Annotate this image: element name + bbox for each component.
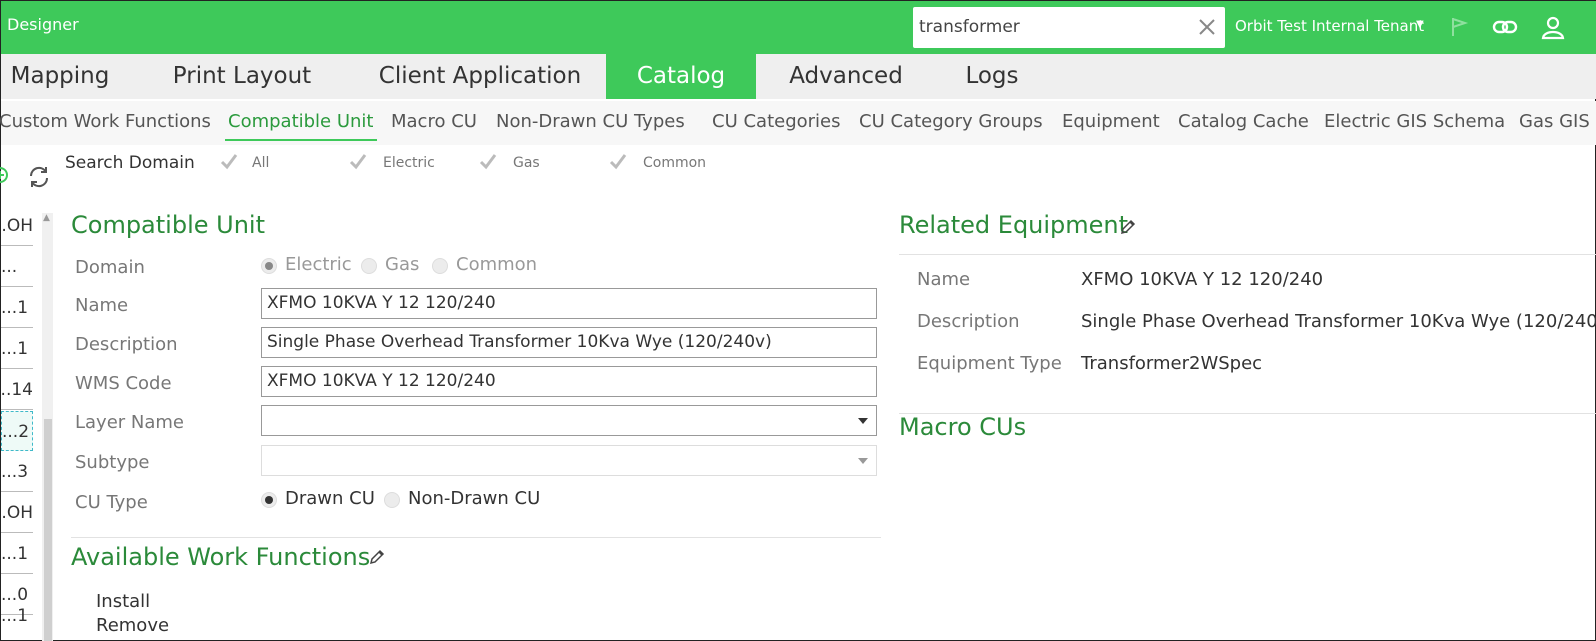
domain-common-radio[interactable] <box>432 258 448 274</box>
list-item[interactable]: 3... <box>1 452 33 492</box>
domain-gas-radio[interactable] <box>361 258 377 274</box>
macro-cus-title: Macro CUs <box>899 413 1027 441</box>
domain-electric-radio[interactable] <box>261 258 277 274</box>
name-field[interactable]: XFMO 10KVA Y 12 120/240 <box>261 288 877 319</box>
checkbox-gas-label: Gas <box>513 155 540 171</box>
work-function-item[interactable]: Remove <box>96 615 169 636</box>
work-functions-title: Available Work Functions <box>71 543 371 571</box>
tab-catalog[interactable]: Catalog <box>606 54 756 99</box>
subtab-equipment[interactable]: Equipment <box>1062 111 1160 132</box>
cu-type-non-drawn-label: Non-Drawn CU <box>408 488 541 509</box>
checkbox-common-label: Common <box>643 155 707 171</box>
domain-electric-label: Electric <box>285 254 352 275</box>
tenant-selector[interactable]: Orbit Test Internal Tenant <box>1235 17 1424 35</box>
list-item[interactable]: OH... <box>1 206 33 246</box>
section-divider <box>899 254 1596 255</box>
checkbox-electric[interactable] <box>347 151 369 173</box>
re-description-label: Description <box>917 311 1020 332</box>
scroll-up-icon[interactable]: ▲ <box>43 213 50 223</box>
checkbox-common[interactable] <box>607 151 629 173</box>
compatible-unit-title: Compatible Unit <box>71 211 265 239</box>
re-name-value: XFMO 10KVA Y 12 120/240 <box>1081 269 1324 290</box>
app-title: Designer <box>7 15 79 34</box>
list-item[interactable]: 1... <box>1 288 33 328</box>
checkbox-all-label: All <box>252 155 270 171</box>
refresh-icon[interactable] <box>26 164 52 190</box>
list-item[interactable]: 1... <box>1 534 33 574</box>
search-box <box>913 7 1225 48</box>
list-scrollbar-thumb[interactable] <box>44 419 52 641</box>
tab-client-application[interactable]: Client Application <box>363 54 597 99</box>
edit-pencil-icon[interactable] <box>368 548 386 566</box>
subtab-gas-gis[interactable]: Gas GIS <box>1519 111 1590 132</box>
add-icon[interactable] <box>0 166 9 184</box>
subtype-dropdown[interactable] <box>261 445 877 476</box>
tab-mapping[interactable]: Mapping <box>1 54 119 99</box>
search-input[interactable] <box>919 15 1189 39</box>
re-name-label: Name <box>917 269 971 290</box>
checkbox-electric-label: Electric <box>383 155 435 171</box>
flag-icon[interactable] <box>1446 14 1472 40</box>
list-item[interactable]: 1... <box>1 601 33 631</box>
work-function-item[interactable]: Install <box>96 591 150 612</box>
domain-gas-label: Gas <box>385 254 420 275</box>
domain-label: Domain <box>75 257 145 278</box>
related-equipment-title: Related Equipment <box>899 211 1129 239</box>
tab-advanced[interactable]: Advanced <box>778 54 914 99</box>
close-icon[interactable] <box>1195 15 1219 39</box>
subtab-catalog-cache[interactable]: Catalog Cache <box>1178 111 1309 132</box>
list-item[interactable]: OH... <box>1 493 33 533</box>
cu-type-non-drawn-radio[interactable] <box>384 492 400 508</box>
user-icon[interactable] <box>1540 14 1566 40</box>
section-divider <box>71 537 881 538</box>
tab-print-layout[interactable]: Print Layout <box>157 54 327 99</box>
subtab-compatible-unit[interactable]: Compatible Unit <box>228 111 374 132</box>
cu-type-drawn-label: Drawn CU <box>285 488 375 509</box>
wms-code-label: WMS Code <box>75 373 172 394</box>
chevron-down-icon[interactable]: ▼ <box>1416 19 1424 30</box>
re-description-value: Single Phase Overhead Transformer 10Kva … <box>1081 311 1596 332</box>
list-item[interactable]: 14... <box>1 370 33 410</box>
cu-type-drawn-radio[interactable] <box>261 492 277 508</box>
active-subtab-indicator <box>225 139 377 141</box>
list-item[interactable]: ... <box>1 247 33 287</box>
layer-name-label: Layer Name <box>75 412 185 433</box>
list-item-selected[interactable]: 2... <box>1 411 33 451</box>
description-label: Description <box>75 334 178 355</box>
domain-common-label: Common <box>456 254 538 275</box>
subtab-cu-categories[interactable]: CU Categories <box>712 111 841 132</box>
chevron-down-icon <box>858 418 868 424</box>
tab-logs[interactable]: Logs <box>951 54 1033 99</box>
cu-list: OH... ... 1... 1... 14... 2... 3... OH..… <box>1 206 35 641</box>
re-equipment-type-value: Transformer2WSpec <box>1081 353 1263 374</box>
chevron-down-icon <box>858 458 868 464</box>
main-tabs: Mapping Print Layout Client Application … <box>1 54 1596 99</box>
list-item[interactable]: 1... <box>1 329 33 369</box>
subtype-label: Subtype <box>75 452 150 473</box>
subtab-electric-gis-schema[interactable]: Electric GIS Schema <box>1324 111 1505 132</box>
description-field[interactable]: Single Phase Overhead Transformer 10Kva … <box>261 327 877 358</box>
checkbox-all[interactable] <box>218 151 240 173</box>
layer-name-dropdown[interactable] <box>261 405 877 436</box>
subtab-non-drawn-cu-types[interactable]: Non-Drawn CU Types <box>496 111 685 132</box>
cu-type-label: CU Type <box>75 492 148 513</box>
edit-pencil-icon[interactable] <box>1119 218 1137 236</box>
link-icon[interactable] <box>1492 14 1518 40</box>
subtab-macro-cu[interactable]: Macro CU <box>391 111 477 132</box>
search-domain-label: Search Domain <box>65 153 195 173</box>
subtab-custom-work-functions[interactable]: Custom Work Functions <box>0 111 211 132</box>
subtab-cu-category-groups[interactable]: CU Category Groups <box>859 111 1043 132</box>
checkbox-gas[interactable] <box>477 151 499 173</box>
name-label: Name <box>75 295 129 316</box>
wms-code-field[interactable]: XFMO 10KVA Y 12 120/240 <box>261 366 877 397</box>
re-equipment-type-label: Equipment Type <box>917 353 1062 374</box>
top-header: Designer Orbit Test Internal Tenant ▼ <box>1 1 1596 54</box>
